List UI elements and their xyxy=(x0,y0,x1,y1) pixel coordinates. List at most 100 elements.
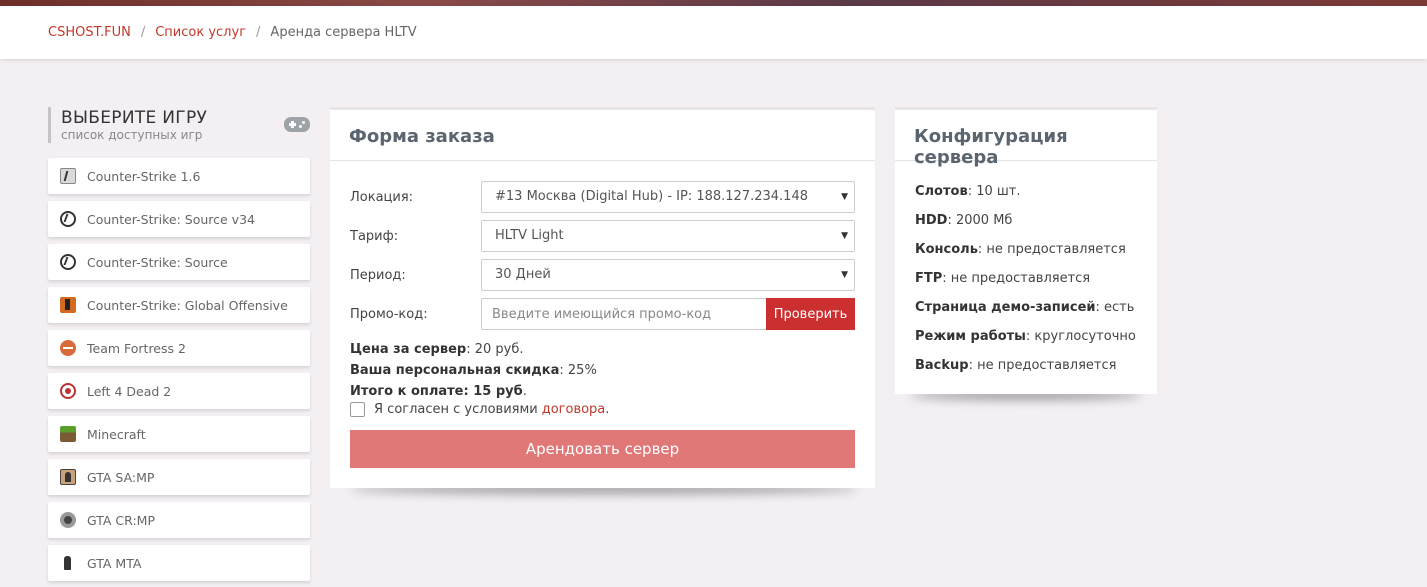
minecraft-icon xyxy=(60,426,76,442)
config-item-slots: Слотов: 10 шт. xyxy=(915,182,1157,211)
game-list: Counter-Strike 1.6 Counter-Strike: Sourc… xyxy=(48,158,310,581)
game-label: Counter-Strike: Source v34 xyxy=(87,211,255,227)
discount-label: Ваша персональная скидка xyxy=(350,363,560,378)
config-label: Слотов xyxy=(915,184,968,199)
config-label: Страница демо-записей xyxy=(915,300,1096,315)
game-item-gta-crmp[interactable]: GTA CR:MP xyxy=(48,502,310,538)
location-value: #13 Москва (Digital Hub) - IP: 188.127.2… xyxy=(495,189,808,204)
breadcrumb-separator: / xyxy=(140,25,146,40)
rent-server-button[interactable]: Арендовать сервер xyxy=(350,430,855,468)
game-item-css[interactable]: Counter-Strike: Source xyxy=(48,244,310,280)
breadcrumb-home-link[interactable]: CSHOST.FUN xyxy=(48,25,131,40)
game-label: GTA SA:MP xyxy=(87,469,155,485)
location-row: Локация: #13 Москва (Digital Hub) - IP: … xyxy=(350,181,855,213)
config-value: : не предоставляется xyxy=(977,242,1126,257)
order-form-title: Форма заказа xyxy=(330,110,875,161)
game-item-minecraft[interactable]: Minecraft xyxy=(48,416,310,452)
server-config-card: Конфигурация сервера Слотов: 10 шт. HDD:… xyxy=(895,107,1157,394)
game-item-tf2[interactable]: Team Fortress 2 xyxy=(48,330,310,366)
game-label: GTA MTA xyxy=(87,555,142,571)
config-value: : не предоставляется xyxy=(968,358,1117,373)
game-label: GTA CR:MP xyxy=(87,512,155,528)
game-item-csgo[interactable]: Counter-Strike: Global Offensive xyxy=(48,287,310,323)
l4d2-icon xyxy=(60,383,76,399)
game-label: Left 4 Dead 2 xyxy=(87,383,172,399)
config-item-ftp: FTP: не предоставляется xyxy=(915,269,1157,298)
config-value: : есть xyxy=(1095,300,1135,315)
price-label: Цена за сервер xyxy=(350,342,467,357)
promo-code-input[interactable] xyxy=(481,298,766,330)
config-item-backup: Backup: не предоставляется xyxy=(915,356,1157,385)
config-label: Backup xyxy=(915,358,969,373)
config-label: HDD xyxy=(915,213,948,228)
agreement-checkbox[interactable] xyxy=(350,402,365,417)
game-item-cs16[interactable]: Counter-Strike 1.6 xyxy=(48,158,310,194)
chevron-down-icon: ▼ xyxy=(841,231,848,241)
total-suffix: . xyxy=(522,384,527,399)
game-item-gta-samp[interactable]: GTA SA:MP xyxy=(48,459,310,495)
game-label: Minecraft xyxy=(87,426,146,442)
config-item-mode: Режим работы: круглосуточно xyxy=(915,327,1157,356)
gta-crmp-icon xyxy=(60,512,76,528)
config-item-hdd: HDD: 2000 Мб xyxy=(915,211,1157,240)
config-label: FTP xyxy=(915,271,943,286)
sidebar-title: ВЫБЕРИТЕ ИГРУ xyxy=(61,108,208,128)
price-summary: Цена за сервер: 20 руб. Ваша персональна… xyxy=(350,339,597,402)
breadcrumb: CSHOST.FUN / Список услуг / Аренда серве… xyxy=(48,25,417,40)
config-title: Конфигурация сервера xyxy=(895,110,1157,168)
location-select[interactable]: #13 Москва (Digital Hub) - IP: 188.127.2… xyxy=(481,181,855,213)
csgo-icon xyxy=(60,297,76,313)
location-label: Локация: xyxy=(350,189,414,205)
period-select[interactable]: 30 Дней ▼ xyxy=(481,259,855,291)
config-value: : 2000 Мб xyxy=(947,213,1013,228)
chevron-down-icon: ▼ xyxy=(841,192,848,202)
promo-row: Промо-код: Проверить xyxy=(350,298,855,330)
game-label: Counter-Strike: Global Offensive xyxy=(87,297,288,313)
price-value: : 20 руб. xyxy=(466,342,524,357)
top-bar: CSHOST.FUN / Список услуг / Аренда серве… xyxy=(0,6,1427,59)
css-v34-icon xyxy=(60,211,76,227)
tariff-row: Тариф: HLTV Light ▼ xyxy=(350,220,855,252)
contract-link[interactable]: договора xyxy=(542,402,606,417)
period-row: Период: 30 Дней ▼ xyxy=(350,259,855,291)
agreement-text: Я согласен с условиями xyxy=(374,402,538,417)
sidebar-header: ВЫБЕРИТЕ ИГРУ список доступных игр xyxy=(48,107,310,143)
order-form-card: Форма заказа Локация: #13 Москва (Digita… xyxy=(330,107,875,488)
config-value: : 10 шт. xyxy=(967,184,1021,199)
config-value: : не предоставляется xyxy=(942,271,1091,286)
config-label: Режим работы xyxy=(915,329,1026,344)
promo-label: Промо-код: xyxy=(350,306,428,322)
agreement-dot: . xyxy=(605,402,610,417)
gta-mta-icon xyxy=(60,555,76,571)
game-label: Counter-Strike: Source xyxy=(87,254,228,270)
cs16-icon xyxy=(60,168,76,184)
game-label: Counter-Strike 1.6 xyxy=(87,168,201,184)
config-list: Слотов: 10 шт. HDD: 2000 Мб Консоль: не … xyxy=(895,161,1157,385)
total-label: Итого к оплате: 15 руб xyxy=(350,384,523,399)
game-item-gta-mta[interactable]: GTA MTA xyxy=(48,545,310,581)
game-label: Team Fortress 2 xyxy=(87,340,186,356)
config-value: : круглосуточно xyxy=(1025,329,1136,344)
agreement-row: Я согласен с условиями договора . xyxy=(350,402,609,417)
check-promo-button[interactable]: Проверить xyxy=(766,298,855,330)
tariff-select[interactable]: HLTV Light ▼ xyxy=(481,220,855,252)
tariff-value: HLTV Light xyxy=(495,228,564,243)
breadcrumb-separator: / xyxy=(256,25,261,40)
tariff-label: Тариф: xyxy=(350,228,399,244)
breadcrumb-services-link[interactable]: Список услуг xyxy=(155,25,246,40)
css-icon xyxy=(60,254,76,270)
gta-samp-icon xyxy=(60,469,76,485)
game-sidebar: ВЫБЕРИТЕ ИГРУ список доступных игр Count… xyxy=(48,107,310,587)
tf2-icon xyxy=(60,340,76,356)
game-item-css-v34[interactable]: Counter-Strike: Source v34 xyxy=(48,201,310,237)
period-value: 30 Дней xyxy=(495,267,551,282)
gamepad-icon xyxy=(284,117,310,132)
config-item-demo-page: Страница демо-записей: есть xyxy=(915,298,1157,327)
breadcrumb-current: Аренда сервера HLTV xyxy=(270,25,417,40)
game-item-l4d2[interactable]: Left 4 Dead 2 xyxy=(48,373,310,409)
sidebar-subtitle: список доступных игр xyxy=(61,128,203,142)
period-label: Период: xyxy=(350,267,406,283)
discount-value: : 25% xyxy=(559,363,597,378)
config-item-console: Консоль: не предоставляется xyxy=(915,240,1157,269)
chevron-down-icon: ▼ xyxy=(841,270,848,280)
